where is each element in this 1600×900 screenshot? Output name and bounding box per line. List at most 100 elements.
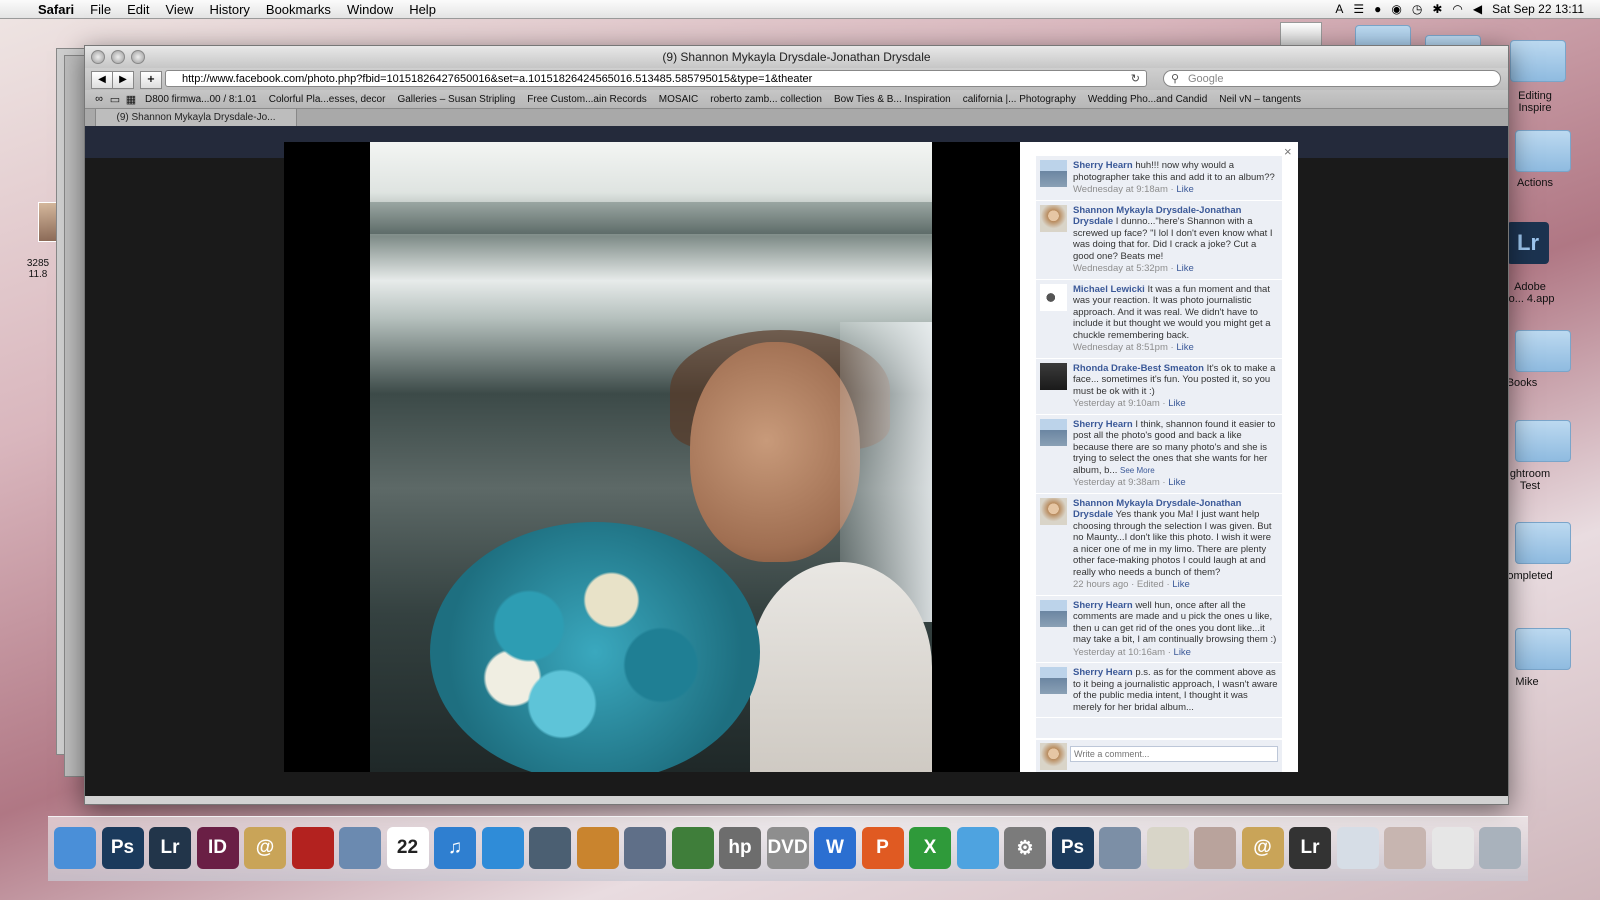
avatar[interactable] [1040,204,1067,232]
comment-time[interactable]: Yesterday at 10:16am [1073,647,1165,658]
comment-author[interactable]: Michael Lewicki [1073,284,1145,295]
forward-button[interactable]: ▶ [112,71,134,89]
comments-list[interactable]: Sherry Hearn huh!!! now why would a phot… [1036,156,1282,738]
bookmarks-book-icon[interactable]: ▭ [107,93,123,106]
window-blank-icon[interactable] [1431,827,1474,869]
see-more-link[interactable]: See More [1120,466,1155,475]
comment-author[interactable]: Sherry Hearn [1073,600,1133,611]
desktop-folder-icon[interactable] [1515,330,1571,372]
like-link[interactable]: Like [1176,184,1193,195]
bookmark-item[interactable]: MOSAIC [653,94,704,105]
search-field[interactable]: ⚲ Google [1163,70,1501,87]
indesign-icon[interactable]: ID [196,827,239,869]
desktop-folder-icon[interactable] [1510,40,1566,82]
wedding-photo[interactable] [370,142,932,772]
desktop-folder-icon[interactable] [1515,420,1571,462]
like-link[interactable]: Like [1174,647,1191,658]
avatar[interactable] [1040,418,1067,446]
photoshop-icon[interactable]: Ps [101,827,144,869]
back-button[interactable]: ◀ [91,71,113,89]
bookmark-item[interactable]: roberto zamb... collection [704,94,828,105]
powerpoint-icon[interactable]: P [861,827,904,869]
desktop-folder-icon[interactable] [1515,522,1571,564]
wifi-icon[interactable]: ◠ [1452,2,1462,16]
avatar[interactable] [1040,599,1067,627]
lightroom-app-icon[interactable]: Lr [1507,222,1549,264]
time-machine-icon[interactable] [529,827,571,869]
zoom-window-icon[interactable] [131,50,145,64]
avatar[interactable] [1040,362,1067,390]
bookmark-item[interactable]: california |... Photography [957,94,1082,105]
menubar-clock[interactable]: Sat Sep 22 13:11 [1492,2,1584,16]
dvd-player-icon[interactable]: DVD [766,827,809,869]
window-titlebar[interactable]: (9) Shannon Mykayla Drysdale-Jonathan Dr… [85,46,1508,68]
menu-help[interactable]: Help [401,2,444,17]
close-window-icon[interactable] [91,50,105,64]
system-preferences-icon[interactable]: ⚙ [1004,827,1046,869]
comment-author[interactable]: Rhonda Drake-Best Smeaton [1073,363,1204,374]
avatar[interactable] [1040,160,1067,187]
write-comment-input[interactable] [1070,746,1278,762]
desktop-folder-icon[interactable] [1515,628,1571,670]
safari-icon[interactable] [481,827,524,869]
bookmark-item[interactable]: Wedding Pho...and Candid [1082,94,1213,105]
comment-author[interactable]: Sherry Hearn [1073,667,1133,678]
volume-icon[interactable]: ◀ [1473,2,1482,16]
excel-icon[interactable]: X [909,827,951,869]
lightroom-icon[interactable]: Lr [149,827,191,869]
menu-edit[interactable]: Edit [119,2,157,17]
pen-icon[interactable] [624,827,666,869]
top-sites-icon[interactable]: ▦ [123,93,139,106]
menu-app-name[interactable]: Safari [30,2,82,17]
like-link[interactable]: Like [1172,579,1189,590]
preview-icon[interactable] [1099,827,1141,869]
like-link[interactable]: Like [1168,398,1185,409]
comment-time[interactable]: Yesterday at 9:38am [1073,477,1160,488]
avatar[interactable] [1040,667,1067,694]
bookmark-item[interactable]: Colorful Pla...esses, decor [263,94,392,105]
bookmark-item[interactable]: Bow Ties & B... Inspiration [828,94,957,105]
calendar-icon[interactable]: 22 [386,827,429,869]
menu-file[interactable]: File [82,2,119,17]
reading-list-icon[interactable]: ∞ [91,93,107,105]
avatar[interactable] [1040,283,1067,311]
time-machine-menu-icon[interactable]: ◷ [1412,2,1422,16]
bluetooth-menu-icon[interactable]: ✱ [1432,2,1442,16]
menu-history[interactable]: History [201,2,257,17]
window-photo-icon[interactable] [1384,827,1426,869]
minimize-window-icon[interactable] [111,50,125,64]
like-link[interactable]: Like [1176,263,1193,274]
photo-stack-icon[interactable] [1194,827,1236,869]
adobe-menu-icon[interactable]: A [1335,2,1343,16]
address-bar[interactable]: http://www.facebook.com/photo.php?fbid=1… [165,70,1147,87]
comment-time[interactable]: 22 hours ago · Edited [1073,579,1164,590]
keynote-icon[interactable] [576,827,619,869]
like-link[interactable]: Like [1176,342,1193,353]
comment-time[interactable]: Yesterday at 9:10am [1073,398,1160,409]
avatar[interactable] [1040,497,1067,525]
photo-booth-icon[interactable] [291,827,334,869]
add-bookmark-button[interactable]: + [140,71,162,89]
comment-author[interactable]: Sherry Hearn [1073,419,1133,430]
evernote-menu-icon[interactable]: ☰ [1353,2,1364,16]
hp-icon[interactable]: hp [719,827,761,869]
close-icon[interactable]: × [1284,144,1292,159]
tab-active[interactable]: (9) Shannon Mykayla Drysdale-Jo... [95,109,297,127]
textedit-icon[interactable] [1146,827,1189,869]
address-book-icon[interactable]: @ [244,827,286,869]
menu-window[interactable]: Window [339,2,401,17]
desktop-folder-icon[interactable] [1515,130,1571,172]
numbers-icon[interactable] [671,827,714,869]
reload-icon[interactable]: ↻ [1131,71,1140,86]
photoshop-icon-2[interactable]: Ps [1051,827,1094,869]
bookmark-item[interactable]: Galleries – Susan Stripling [391,94,521,105]
itunes-icon[interactable]: ♫ [434,827,476,869]
bookmark-item[interactable]: Free Custom...ain Records [521,94,653,105]
iphoto-icon[interactable] [339,827,381,869]
finder-icon[interactable] [54,827,96,869]
word-icon[interactable]: W [814,827,856,869]
address-book-icon-2[interactable]: @ [1241,827,1284,869]
menu-bookmarks[interactable]: Bookmarks [258,2,339,17]
comment-author[interactable]: Sherry Hearn [1073,160,1133,171]
trash-icon[interactable] [1479,827,1521,869]
